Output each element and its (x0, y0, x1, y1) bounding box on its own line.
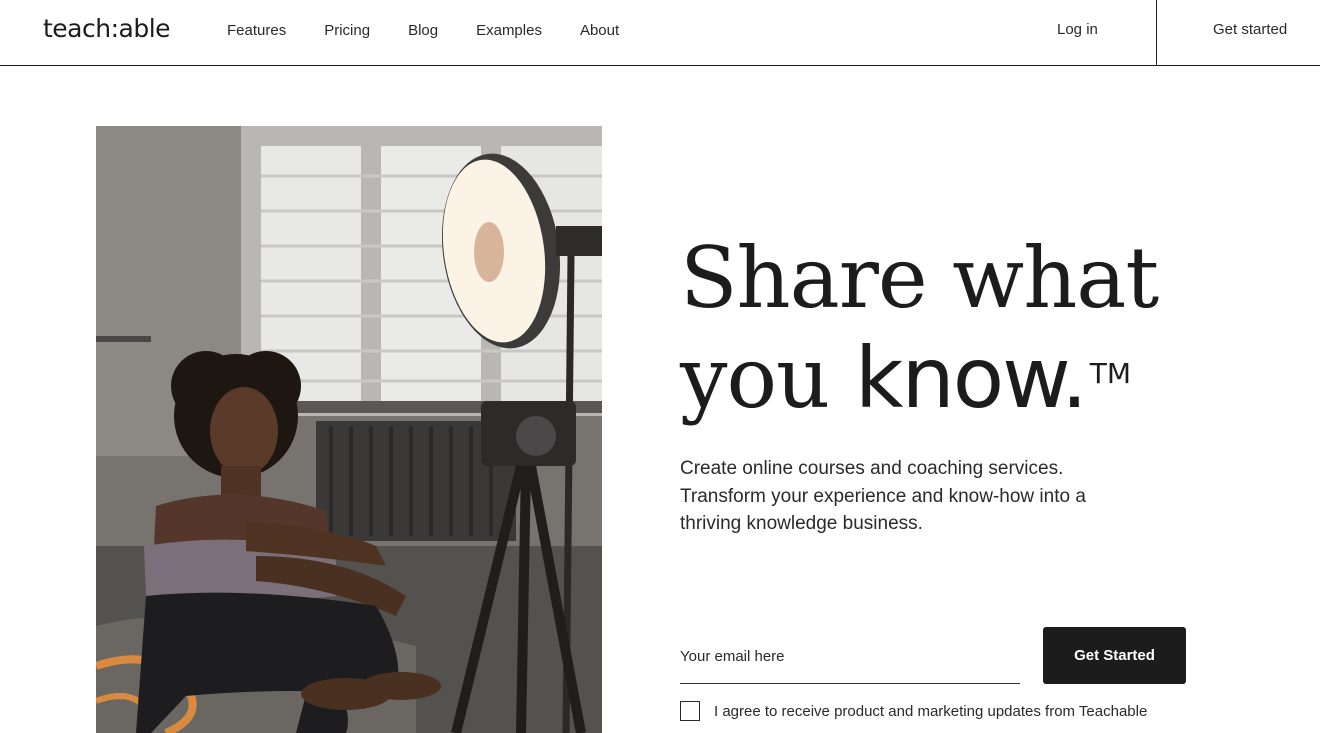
nav-link-about[interactable]: About (580, 22, 619, 39)
headline-line-1: Share what (680, 229, 1159, 327)
headline-know: know. (854, 329, 1088, 427)
consent-label: I agree to receive product and marketing… (714, 702, 1148, 720)
main-nav: Features Pricing Blog Examples About (227, 22, 657, 39)
nav-link-examples[interactable]: Examples (476, 22, 542, 39)
nav-link-blog[interactable]: Blog (408, 22, 438, 39)
site-header: teach:able Features Pricing Blog Example… (0, 0, 1320, 66)
get-started-button[interactable]: Get Started (1043, 627, 1186, 684)
headline-you: you (680, 329, 855, 427)
nav-link-pricing[interactable]: Pricing (324, 22, 370, 39)
hero-subtext: Create online courses and coaching servi… (680, 458, 1086, 534)
hero-photo (96, 126, 602, 733)
teachable-logo[interactable]: teach:able (43, 14, 171, 43)
trademark-symbol: TM (1089, 357, 1132, 390)
email-field-wrapper (680, 640, 1020, 684)
header-divider (1156, 0, 1157, 66)
get-started-header-button[interactable]: Get started (1213, 21, 1287, 38)
login-link[interactable]: Log in (1057, 21, 1098, 38)
headline-line-2: you know. TM (680, 328, 1200, 428)
consent-row: I agree to receive product and marketing… (680, 701, 1147, 721)
nav-link-features[interactable]: Features (227, 22, 286, 39)
email-input[interactable] (680, 640, 1020, 672)
consent-checkbox[interactable] (680, 701, 700, 721)
hero-headline: Share what you know. TM (680, 228, 1200, 428)
